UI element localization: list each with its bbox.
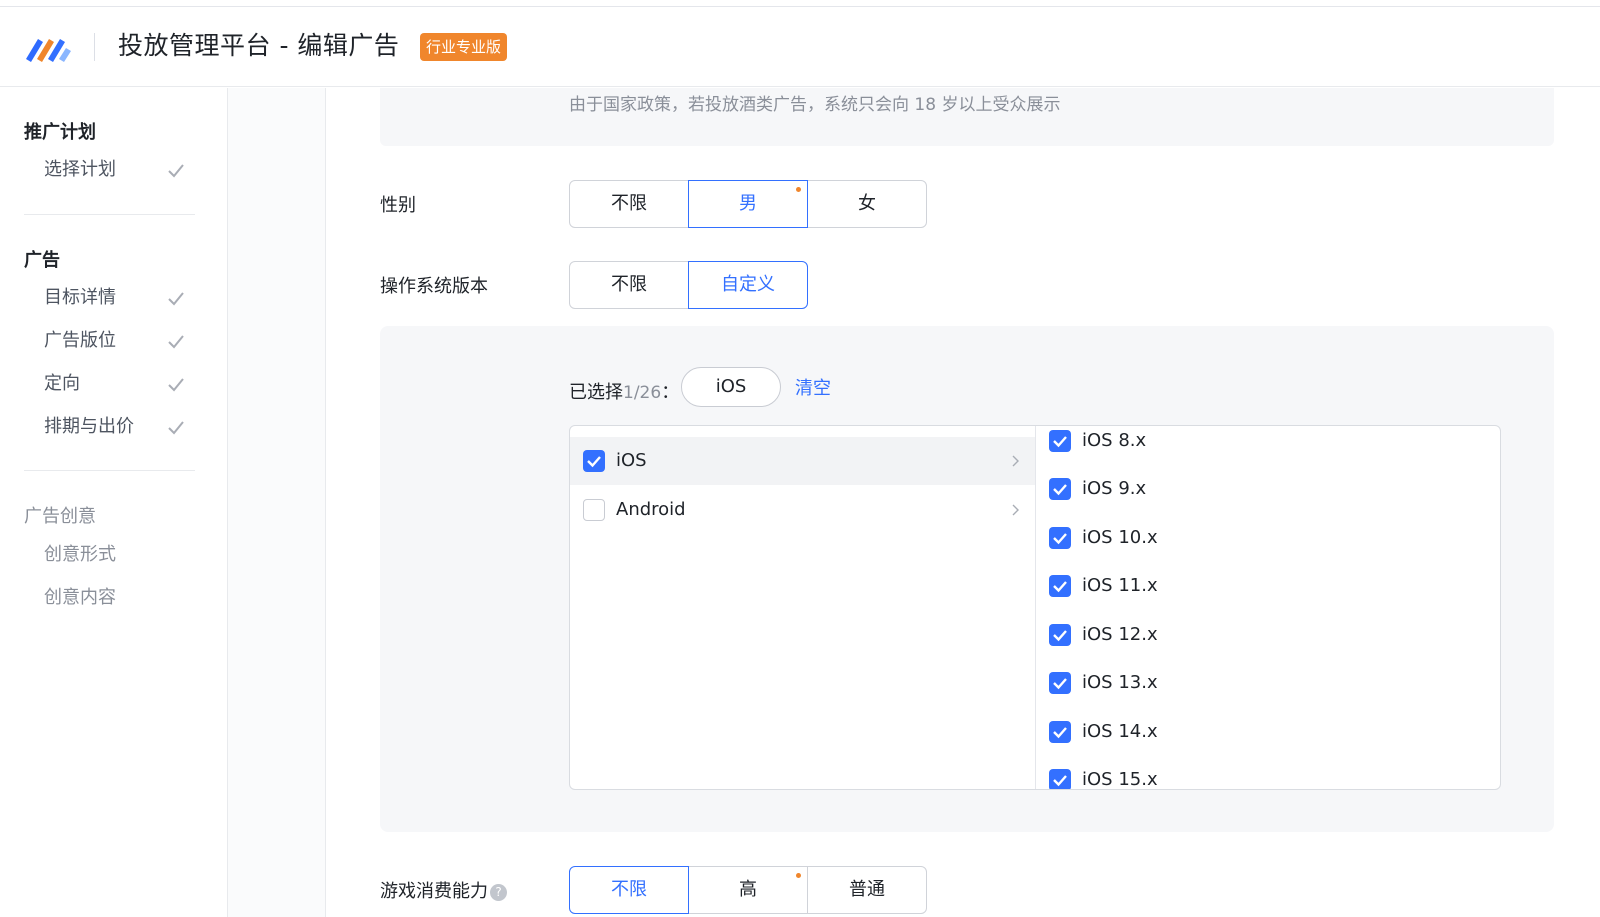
os-category-label: iOS [616, 450, 647, 471]
recommend-dot [796, 187, 801, 192]
gender-label: 性别 [380, 195, 416, 216]
chevron-right-icon [1012, 455, 1019, 467]
sidebar-item-creative-content[interactable]: 创意内容 [44, 584, 194, 612]
game-spend-segmented-control: 不限 高 普通 [569, 866, 927, 914]
checkbox-checked-icon[interactable] [1049, 721, 1071, 743]
checkbox-checked-icon[interactable] [1049, 624, 1071, 646]
check-icon [168, 292, 184, 306]
os-version-label: iOS 11.x [1082, 575, 1158, 596]
checkbox-checked-icon[interactable] [1049, 430, 1071, 452]
gender-option-female[interactable]: 女 [807, 180, 927, 228]
os-version-segmented-control: 不限 自定义 [569, 261, 808, 309]
os-option-unlimited[interactable]: 不限 [569, 261, 689, 309]
os-picker: iOS Android iOS 8.x iOS 9.x iOS 10.x iOS… [569, 425, 1501, 790]
nav-divider [24, 470, 195, 471]
sidebar-item-label: 选择计划 [44, 159, 116, 180]
checkbox-checked-icon[interactable] [1049, 575, 1071, 597]
os-category-android[interactable]: Android [570, 486, 1035, 534]
os-category-ios[interactable]: iOS [570, 437, 1035, 485]
game-spend-option-high-label: 高 [739, 879, 757, 900]
sidebar-nav: 推广计划 选择计划 广告 目标详情 广告版位 定向 排期与出价 广告创意 创意形… [0, 88, 228, 917]
game-spend-option-unlimited[interactable]: 不限 [569, 866, 689, 914]
os-version-item[interactable]: iOS 14.x [1036, 714, 1499, 750]
sidebar-item-label: 创意形式 [44, 544, 116, 565]
checkbox-checked-icon[interactable] [1049, 672, 1071, 694]
nav-group-title-creative: 广告创意 [24, 506, 96, 527]
os-version-item[interactable]: iOS 8.x [1036, 426, 1499, 459]
header-divider [94, 33, 95, 61]
checkbox-unchecked-icon[interactable] [583, 499, 605, 521]
sidebar-item-label: 排期与出价 [44, 416, 134, 437]
game-spend-label: 游戏消费能力? [380, 877, 507, 903]
alcohol-age-notice: 由于国家政策，若投放酒类广告，系统只会向 18 岁以上受众展示 [569, 95, 1061, 115]
check-icon [168, 378, 184, 392]
check-icon [168, 335, 184, 349]
checkbox-checked-icon[interactable] [1049, 769, 1071, 789]
os-version-item[interactable]: iOS 13.x [1036, 665, 1499, 701]
os-version-label: iOS 10.x [1082, 527, 1158, 548]
os-version-label: iOS 13.x [1082, 672, 1158, 693]
os-version-label: iOS 8.x [1082, 430, 1147, 451]
os-version-item[interactable]: iOS 9.x [1036, 471, 1499, 507]
recommend-dot [796, 873, 801, 878]
nav-divider [24, 214, 195, 215]
sidebar-item-label: 目标详情 [44, 287, 116, 308]
sidebar-item-label: 广告版位 [44, 330, 116, 351]
nav-group-title-ad: 广告 [24, 250, 60, 271]
help-icon[interactable]: ? [490, 883, 507, 901]
selected-chip-ios[interactable]: iOS [681, 367, 781, 407]
gender-option-male-label: 男 [739, 193, 757, 214]
clear-selection-link[interactable]: 清空 [795, 374, 831, 400]
os-version-item[interactable]: iOS 15.x [1036, 762, 1499, 789]
chevron-right-icon [1012, 504, 1019, 516]
os-version-label: iOS 15.x [1082, 769, 1158, 789]
edition-badge: 行业专业版 [420, 33, 508, 61]
gender-option-unlimited[interactable]: 不限 [569, 180, 689, 228]
os-version-item[interactable]: iOS 11.x [1036, 568, 1499, 604]
content-gutter [228, 88, 326, 917]
selected-suffix: ： [661, 382, 680, 403]
os-version-label: iOS 9.x [1082, 478, 1147, 499]
os-version-label: 操作系统版本 [380, 276, 488, 297]
game-spend-option-high[interactable]: 高 [688, 866, 808, 914]
game-spend-option-normal[interactable]: 普通 [807, 866, 927, 914]
os-version-label: iOS 12.x [1082, 624, 1158, 645]
os-option-custom[interactable]: 自定义 [688, 261, 808, 309]
sidebar-item-creative-format[interactable]: 创意形式 [44, 541, 194, 569]
check-icon [168, 164, 184, 178]
app-logo-icon [26, 39, 71, 62]
sidebar-item-label: 定向 [44, 373, 80, 394]
selected-summary: 已选择1/26： [569, 378, 679, 404]
game-spend-label-text: 游戏消费能力 [380, 881, 488, 902]
os-version-item[interactable]: iOS 10.x [1036, 520, 1499, 556]
checkbox-checked-icon[interactable] [1049, 527, 1071, 549]
os-category-list: iOS Android [570, 426, 1036, 789]
os-version-list: iOS 8.x iOS 9.x iOS 10.x iOS 11.x iOS 12… [1036, 426, 1500, 789]
checkbox-checked-icon[interactable] [583, 450, 605, 472]
os-version-label: iOS 14.x [1082, 721, 1158, 742]
app-header: 投放管理平台 - 编辑广告 行业专业版 [0, 7, 1600, 87]
os-version-item[interactable]: iOS 12.x [1036, 617, 1499, 653]
checkbox-checked-icon[interactable] [1049, 478, 1071, 500]
nav-group-title-campaign: 推广计划 [24, 122, 96, 143]
gender-segmented-control: 不限 男 女 [569, 180, 927, 228]
gender-option-male[interactable]: 男 [688, 180, 808, 228]
window-top-bar [0, 0, 1600, 7]
selected-count: 1/26 [623, 383, 662, 403]
check-icon [168, 421, 184, 435]
os-category-label: Android [616, 499, 686, 520]
selected-prefix: 已选择 [569, 382, 623, 403]
page-title: 投放管理平台 - 编辑广告 [118, 31, 400, 60]
sidebar-item-label: 创意内容 [44, 587, 116, 608]
